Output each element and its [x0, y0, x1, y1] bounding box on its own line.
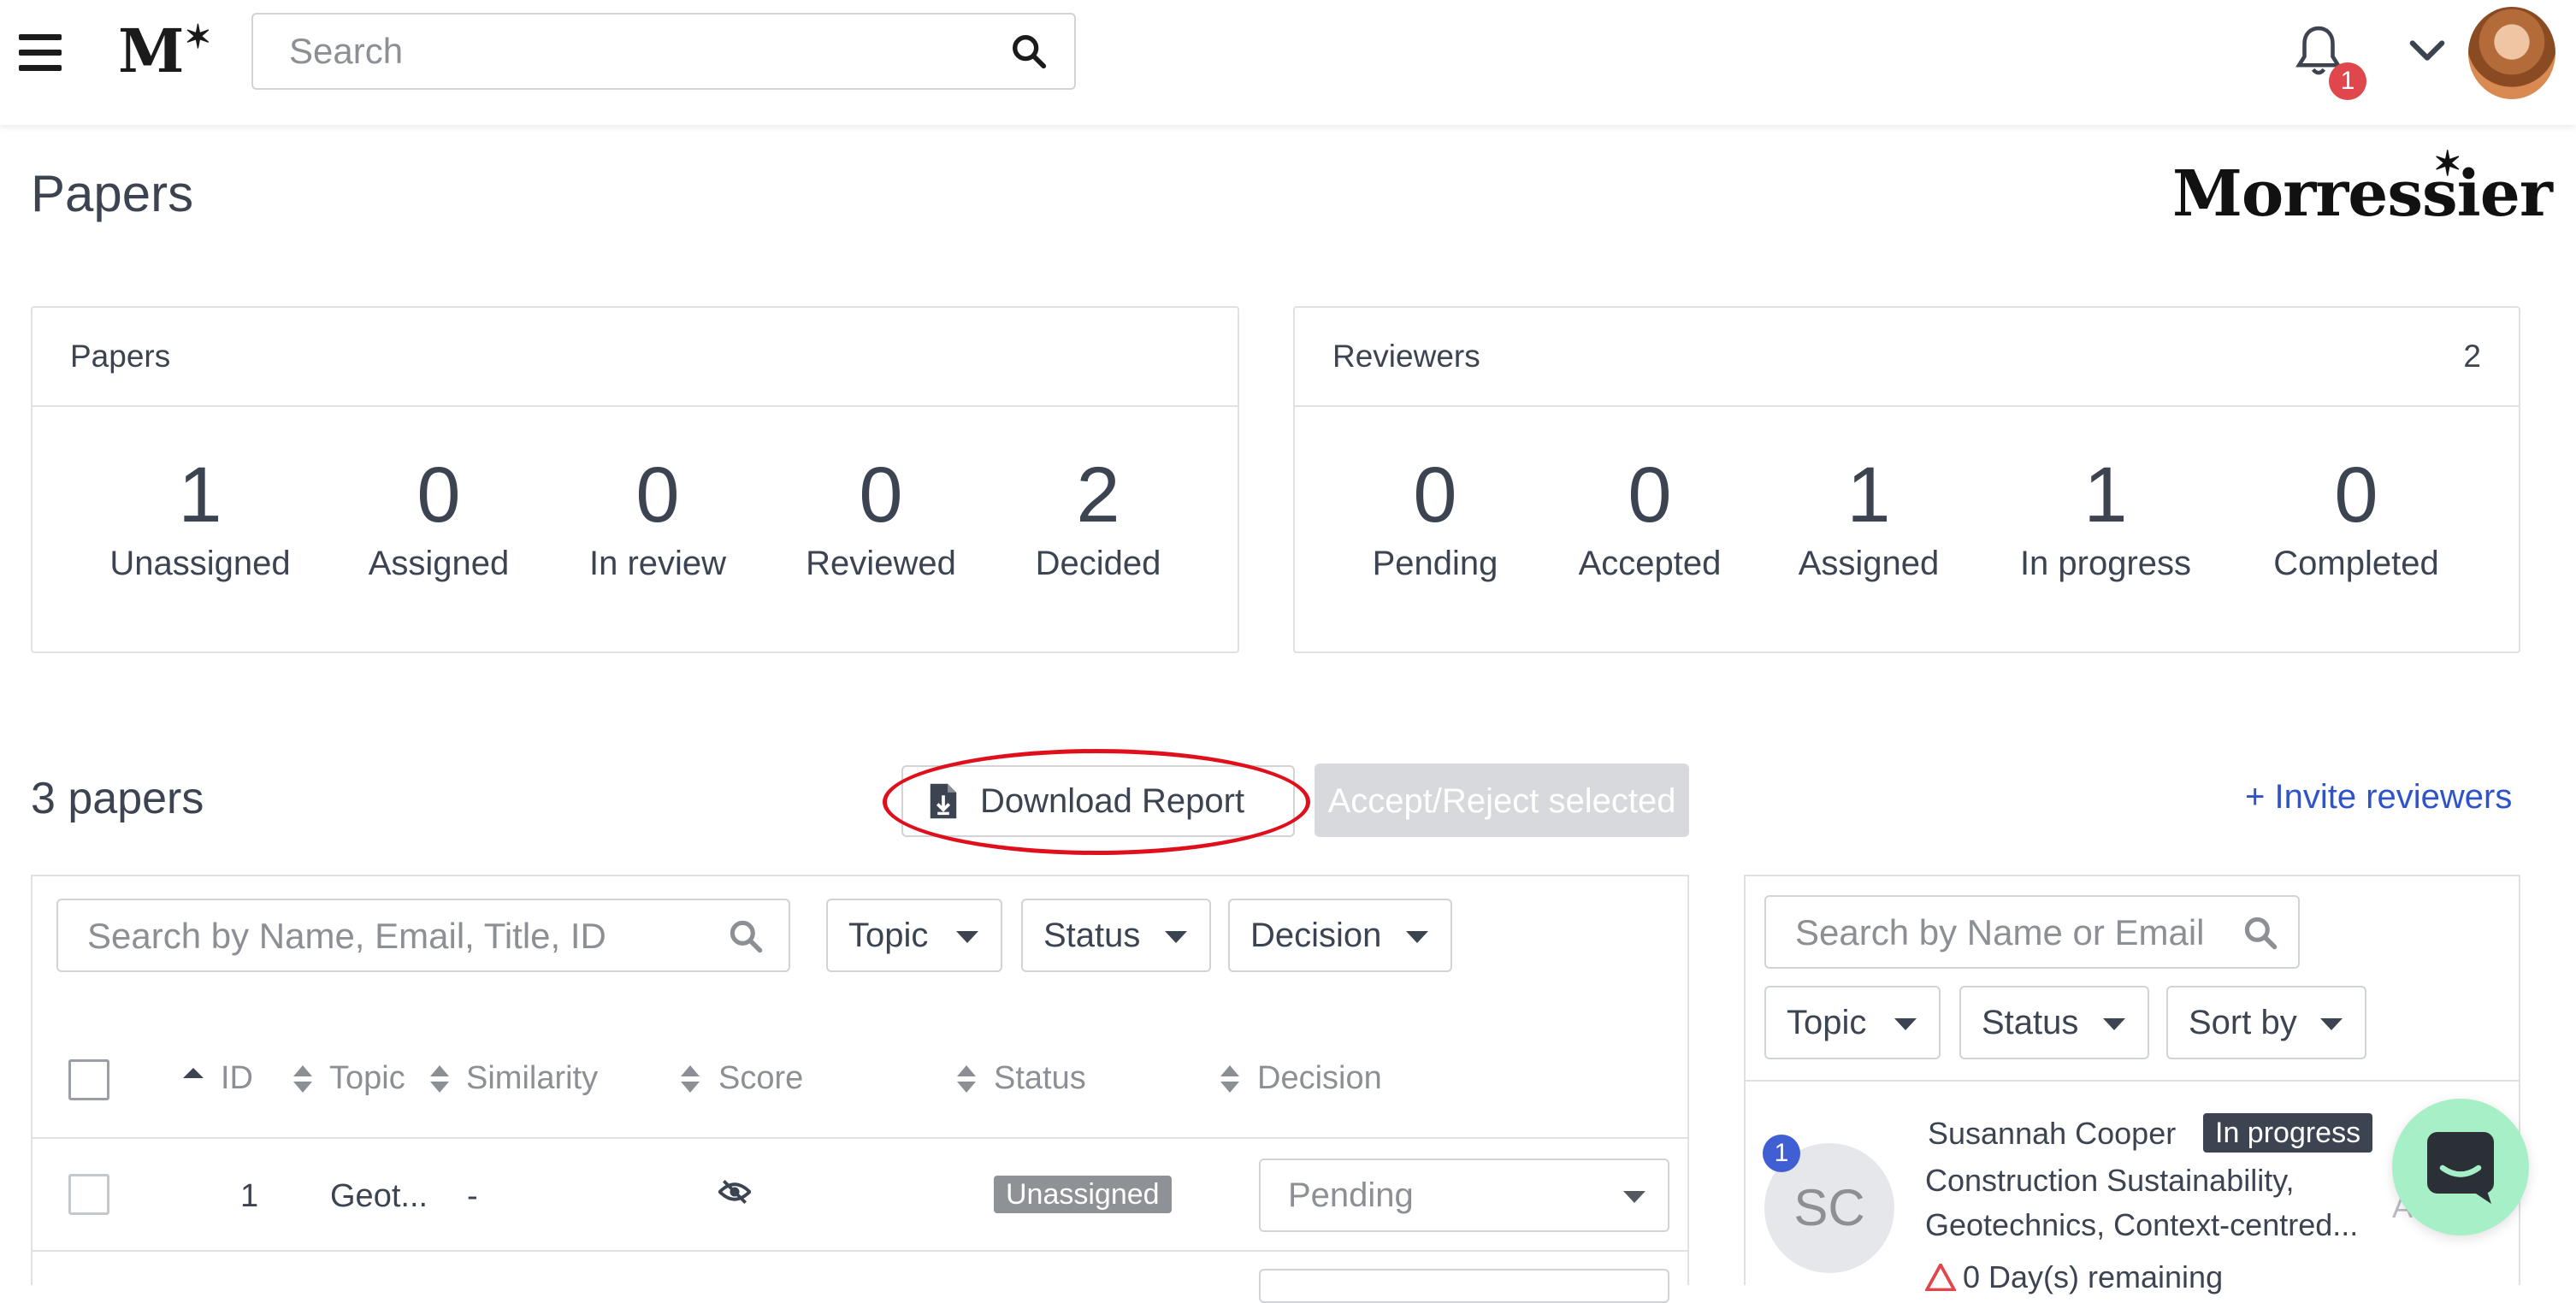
chat-launcher-button[interactable]: [2392, 1099, 2529, 1235]
column-header-topic[interactable]: Topic: [329, 1060, 405, 1097]
caret-down-icon: [1165, 931, 1187, 943]
caret-down-icon: [2103, 1018, 2125, 1030]
user-avatar[interactable]: [2468, 7, 2555, 99]
column-header-status[interactable]: Status: [994, 1060, 1086, 1097]
download-report-label: Download Report: [980, 781, 1245, 820]
page-title: Papers: [31, 165, 194, 222]
search-icon[interactable]: [1009, 32, 1049, 71]
table-divider: [31, 1137, 1689, 1139]
row-checkbox[interactable]: [68, 1174, 109, 1215]
caret-down-icon: [1894, 1018, 1917, 1030]
stat-in-review[interactable]: 0 In review: [589, 449, 726, 583]
reviewer-remaining: 0 Day(s) remaining: [1923, 1259, 2223, 1295]
sort-icon[interactable]: [429, 1064, 450, 1094]
caret-down-icon: [1623, 1191, 1645, 1203]
search-icon[interactable]: [727, 917, 765, 955]
row-id: 1: [240, 1178, 259, 1214]
papers-count: 3 papers: [31, 774, 204, 823]
reviewers-count: 2: [2463, 339, 2481, 374]
search-icon[interactable]: [2242, 914, 2279, 952]
table-divider: [31, 1250, 1689, 1252]
sort-icon[interactable]: [292, 1064, 313, 1094]
reviewer-name[interactable]: Susannah Cooper: [1928, 1116, 2176, 1152]
hamburger-icon[interactable]: [19, 34, 62, 72]
stat-accepted[interactable]: 0 Accepted: [1579, 449, 1722, 583]
sort-icon[interactable]: [680, 1064, 700, 1094]
stat-reviewer-assigned[interactable]: 1 Assigned: [1799, 449, 1940, 583]
column-header-decision[interactable]: Decision: [1257, 1060, 1382, 1097]
column-header-id[interactable]: ID: [221, 1060, 253, 1097]
top-nav: M✶ 1: [0, 0, 2576, 125]
papers-search: [56, 899, 790, 972]
reviewers-summary-card: Reviewers 2 0 Pending 0 Accepted 1 Assigned…: [1293, 306, 2520, 653]
decision-filter-dropdown[interactable]: Decision: [1228, 899, 1452, 972]
chat-icon: [2427, 1132, 2494, 1204]
reviewer-count-badge: 1: [1763, 1135, 1800, 1172]
reviewers-search-input[interactable]: [1793, 909, 2238, 957]
reviewer-list-divider: [1746, 1080, 2519, 1082]
accept-reject-selected-button[interactable]: Accept/Reject selected: [1315, 764, 1689, 837]
topic-filter-dropdown[interactable]: Topic: [826, 899, 1002, 972]
warning-icon: [1923, 1261, 1958, 1292]
file-download-icon: [930, 783, 957, 819]
row-similarity: -: [467, 1178, 478, 1214]
reviewer-sort-dropdown[interactable]: Sort by: [2166, 986, 2366, 1059]
papers-summary-card: Papers 1 Unassigned 0 Assigned 0 In review …: [31, 306, 1239, 653]
decision-dropdown[interactable]: Pending: [1259, 1159, 1669, 1232]
papers-summary-title: Papers: [70, 339, 171, 374]
reviewers-panel: Topic Status Sort by SC 1 Susannah Coope…: [1744, 875, 2520, 1294]
select-all-checkbox[interactable]: [68, 1059, 109, 1100]
column-header-score[interactable]: Score: [718, 1060, 803, 1097]
caret-down-icon: [2320, 1018, 2343, 1030]
chevron-down-icon[interactable]: [2408, 36, 2447, 67]
brand-logo: Morressier ✶: [2172, 144, 2553, 231]
papers-search-input[interactable]: [86, 912, 718, 960]
reviewer-status-badge: In progress: [2203, 1113, 2373, 1153]
reviewer-topic-filter[interactable]: Topic: [1764, 986, 1941, 1059]
stat-decided[interactable]: 2 Decided: [1036, 449, 1161, 583]
caret-down-icon: [956, 931, 978, 943]
reviewers-search: [1764, 895, 2300, 969]
sort-icon[interactable]: [1220, 1064, 1240, 1094]
decision-dropdown[interactable]: [1259, 1269, 1669, 1303]
reviewer-topics: Construction Sustainability, Geotechnics…: [1925, 1163, 2359, 1242]
status-badge: Unassigned: [994, 1176, 1172, 1213]
stat-assigned[interactable]: 0 Assigned: [369, 449, 510, 583]
notification-badge: 1: [2329, 62, 2366, 100]
global-search-input[interactable]: [287, 27, 989, 76]
status-filter-dropdown[interactable]: Status: [1021, 899, 1211, 972]
caret-down-icon: [1406, 931, 1428, 943]
reviewers-summary-title: Reviewers: [1332, 339, 1480, 374]
column-header-similarity[interactable]: Similarity: [466, 1060, 598, 1097]
stat-pending[interactable]: 0 Pending: [1373, 449, 1498, 583]
stat-reviewed[interactable]: 0 Reviewed: [806, 449, 956, 583]
invite-reviewers-link[interactable]: + Invite reviewers: [2245, 778, 2512, 817]
stat-completed[interactable]: 0 Completed: [2273, 449, 2438, 583]
download-report-button[interactable]: Download Report: [901, 765, 1295, 837]
row-topic: Geot...: [330, 1178, 428, 1214]
eye-off-icon[interactable]: [718, 1178, 751, 1206]
sort-asc-icon[interactable]: [182, 1067, 204, 1079]
stat-in-progress[interactable]: 1 In progress: [2020, 449, 2191, 583]
app-logo[interactable]: M✶: [118, 15, 211, 86]
reviewer-status-filter[interactable]: Status: [1959, 986, 2149, 1059]
sort-icon[interactable]: [956, 1064, 977, 1094]
global-search: [251, 13, 1076, 90]
stat-unassigned[interactable]: 1 Unassigned: [109, 449, 290, 583]
